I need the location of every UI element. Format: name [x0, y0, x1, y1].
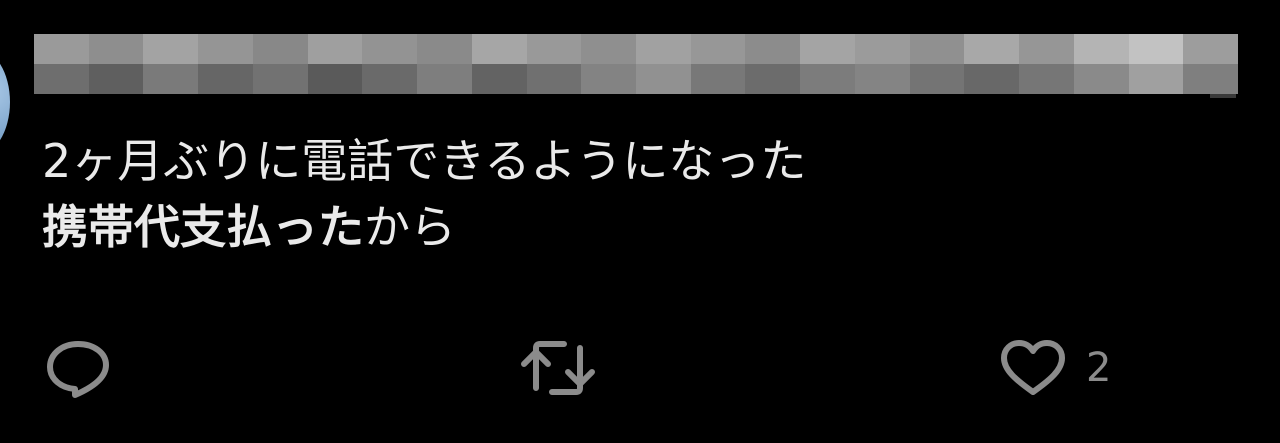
mosaic-tile — [909, 64, 965, 94]
mosaic-tile — [745, 34, 801, 64]
mosaic-tile — [417, 34, 472, 64]
tweet-text-line-2: 携帯代支払ったから — [42, 194, 1222, 260]
mosaic-tile — [1128, 34, 1184, 64]
mosaic-tile — [307, 64, 363, 94]
mosaic-tile — [690, 64, 746, 94]
mosaic-tile — [964, 64, 1020, 94]
mosaic-tile — [252, 34, 308, 64]
tweet[interactable]: 2ヶ月ぶりに電話できるようになった 携帯代支払ったから 2 — [0, 0, 1280, 443]
mosaic-tile — [745, 64, 801, 94]
like-count: 2 — [1086, 345, 1112, 391]
mosaic-tile — [800, 34, 855, 64]
blurred-user-header — [34, 34, 1238, 94]
mosaic-tile — [1073, 34, 1129, 64]
mosaic-tile — [198, 34, 253, 64]
mosaic-tile — [854, 64, 910, 94]
mosaic-tile — [526, 34, 582, 64]
mosaic-tile — [471, 64, 527, 94]
mosaic-tile — [34, 34, 89, 64]
mosaic-tile — [635, 34, 691, 64]
reply-icon — [44, 338, 112, 398]
mosaic-tile — [635, 64, 691, 94]
reply-button[interactable] — [44, 338, 112, 398]
mosaic-tile — [1183, 34, 1238, 64]
mosaic-tile — [964, 34, 1020, 64]
mosaic-tile — [362, 34, 418, 64]
mosaic-tile — [362, 64, 418, 94]
mosaic-tile — [1073, 64, 1129, 94]
mosaic-tile — [34, 64, 89, 94]
tweet-text-bold: 携帯代支払った — [42, 200, 364, 254]
mosaic-tile — [307, 34, 363, 64]
mosaic-tile — [690, 34, 746, 64]
mosaic-tile — [417, 64, 472, 94]
mosaic-tile — [1183, 64, 1238, 94]
mosaic-tile — [252, 64, 308, 94]
tweet-text-rest: から — [364, 200, 456, 254]
mosaic-tile — [88, 64, 144, 94]
mosaic-tile — [800, 64, 855, 94]
mosaic-tile — [909, 34, 965, 64]
mosaic-tile — [143, 34, 199, 64]
retweet-icon — [520, 338, 596, 398]
tweet-actions: 2 — [0, 338, 1280, 402]
header-divider — [1210, 94, 1236, 98]
mosaic-tile — [1019, 34, 1074, 64]
heart-icon — [998, 338, 1068, 398]
mosaic-tile — [88, 34, 144, 64]
mosaic-tile — [581, 64, 636, 94]
mosaic-tile — [1128, 64, 1184, 94]
mosaic-tile — [1019, 64, 1074, 94]
mosaic-tile — [526, 64, 582, 94]
tweet-text: 2ヶ月ぶりに電話できるようになった 携帯代支払ったから — [42, 128, 1222, 260]
mosaic-tile — [143, 64, 199, 94]
mosaic-tile — [471, 34, 527, 64]
avatar[interactable] — [0, 48, 10, 156]
tweet-text-line-1: 2ヶ月ぶりに電話できるようになった — [42, 134, 807, 188]
mosaic-tile — [581, 34, 636, 64]
mosaic-tile — [198, 64, 253, 94]
retweet-button[interactable] — [520, 338, 596, 398]
mosaic-tile — [854, 34, 910, 64]
like-button[interactable]: 2 — [998, 338, 1111, 398]
